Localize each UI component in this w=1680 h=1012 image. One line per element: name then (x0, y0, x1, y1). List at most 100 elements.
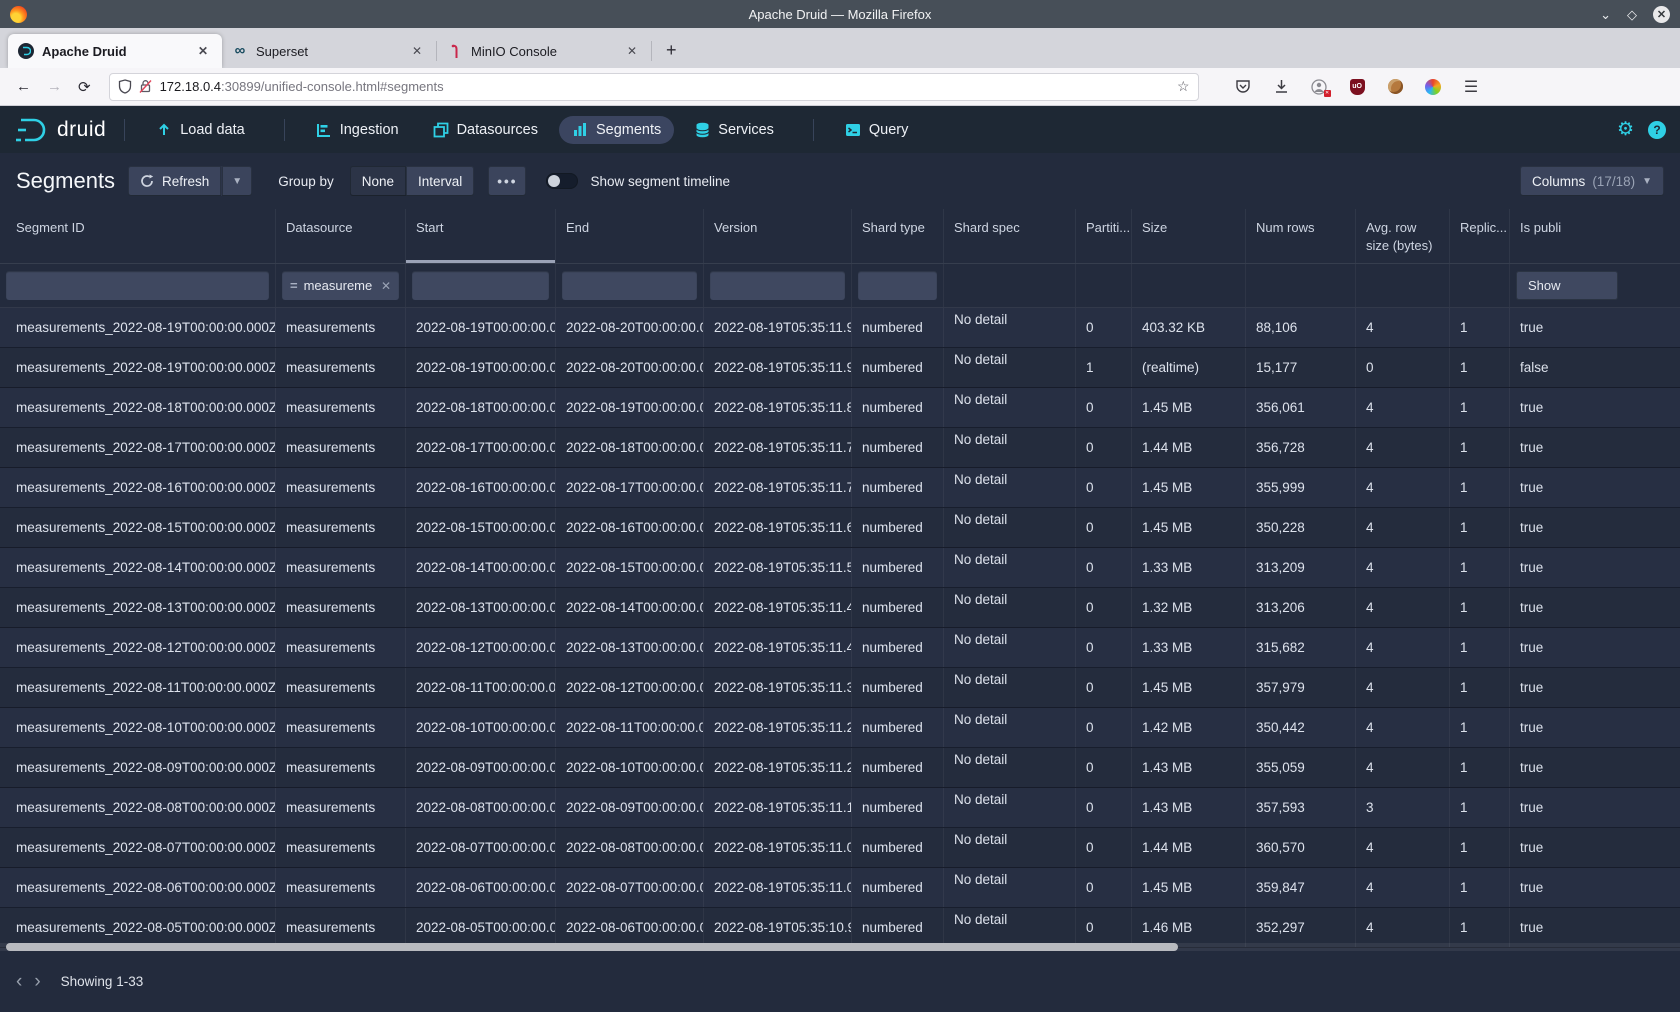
filter-input[interactable] (710, 271, 845, 300)
url-text[interactable]: 172.18.0.4:30899/unified-console.html#se… (160, 79, 1177, 94)
nav-item-segments[interactable]: Segments (559, 116, 674, 144)
next-page-button[interactable]: › (28, 968, 46, 995)
column-header-replic-[interactable]: Replic... (1450, 209, 1510, 263)
table-row[interactable]: measurements_2022-08-17T00:00:00.000Z...… (0, 428, 1680, 468)
table-row[interactable]: measurements_2022-08-13T00:00:00.000Z...… (0, 588, 1680, 628)
segment-timeline-toggle[interactable] (546, 173, 578, 189)
cell-size: 1.45 MB (1132, 388, 1246, 427)
insecure-lock-icon[interactable] (139, 79, 152, 94)
column-header-start[interactable]: Start (406, 209, 556, 263)
url-bar[interactable]: 172.18.0.4:30899/unified-console.html#se… (109, 73, 1199, 101)
refresh-dropdown-button[interactable]: ▼ (221, 166, 252, 196)
more-options-button[interactable]: ••• (488, 166, 526, 196)
column-header-size[interactable]: Size (1132, 209, 1246, 263)
superset-favicon-icon: ∞ (232, 43, 248, 59)
nav-item-load-data[interactable]: Load data (143, 116, 258, 144)
cell-segment-id: measurements_2022-08-07T00:00:00.000Z... (0, 828, 276, 867)
tracking-shield-icon[interactable] (118, 79, 132, 94)
new-tab-button[interactable]: + (666, 40, 677, 61)
filter-input[interactable] (6, 271, 269, 300)
cell-shard-type: numbered (852, 308, 944, 347)
download-icon[interactable] (1273, 78, 1290, 95)
previous-page-button[interactable]: ‹ (10, 968, 28, 995)
menu-icon[interactable]: ☰ (1463, 78, 1480, 95)
column-header-shard-type[interactable]: Shard type (852, 209, 944, 263)
cell-size: 1.45 MB (1132, 668, 1246, 707)
column-header-partiti-[interactable]: Partiti... (1076, 209, 1132, 263)
table-row[interactable]: measurements_2022-08-09T00:00:00.000Z...… (0, 748, 1680, 788)
table-row[interactable]: measurements_2022-08-14T00:00:00.000Z...… (0, 548, 1680, 588)
nav-item-datasources[interactable]: Datasources (420, 116, 551, 144)
pocket-icon[interactable] (1235, 78, 1252, 95)
cell-datasource: measurements (276, 588, 406, 627)
tab-close-icon[interactable]: ✕ (623, 42, 641, 60)
forward-icon[interactable]: → (47, 78, 62, 95)
nav-item-services[interactable]: Services (682, 116, 787, 144)
filter-input[interactable] (858, 271, 937, 300)
tab-close-icon[interactable]: ✕ (408, 42, 426, 60)
table-row[interactable]: measurements_2022-08-15T00:00:00.000Z...… (0, 508, 1680, 548)
browser-tab-apache-druid[interactable]: Apache Druid✕ (8, 34, 222, 68)
window-minimize-icon[interactable]: ⌄ (1600, 8, 1611, 21)
table-row[interactable]: measurements_2022-08-19T00:00:00.000Z...… (0, 348, 1680, 388)
table-row[interactable]: measurements_2022-08-06T00:00:00.000Z...… (0, 868, 1680, 908)
reload-icon[interactable]: ⟳ (78, 78, 91, 96)
datasource-filter-input[interactable]: =measureme✕ (282, 271, 399, 300)
cell-partiti-: 0 (1076, 748, 1132, 787)
show-filter-button[interactable]: Show (1516, 271, 1618, 300)
remove-filter-icon[interactable]: ✕ (381, 279, 391, 293)
column-header-datasource[interactable]: Datasource (276, 209, 406, 263)
column-header-version[interactable]: Version (704, 209, 852, 263)
cell-end: 2022-08-20T00:00:00.0... (556, 308, 704, 347)
group-by-interval-button[interactable]: Interval (406, 166, 474, 196)
bookmark-star-icon[interactable]: ☆ (1177, 78, 1190, 95)
cell-end: 2022-08-20T00:00:00.0... (556, 348, 704, 387)
column-header-num-rows[interactable]: Num rows (1246, 209, 1356, 263)
table-row[interactable]: measurements_2022-08-07T00:00:00.000Z...… (0, 828, 1680, 868)
column-header-segment-id[interactable]: Segment ID (0, 209, 276, 263)
ublock-shield-icon[interactable]: uO (1349, 78, 1366, 95)
cell-version: 2022-08-19T05:35:11.1... (704, 788, 852, 827)
settings-gear-icon[interactable]: ⚙ (1617, 118, 1634, 141)
tab-close-icon[interactable]: ✕ (194, 42, 212, 60)
cell-is-publi: true (1510, 548, 1680, 587)
nav-item-query[interactable]: Query (832, 116, 922, 144)
column-header-avg-row-size-bytes-[interactable]: Avg. row size (bytes) (1356, 209, 1450, 263)
table-row[interactable]: measurements_2022-08-05T00:00:00.000Z...… (0, 908, 1680, 948)
cell-start: 2022-08-13T00:00:00.0... (406, 588, 556, 627)
horizontal-scrollbar-track[interactable] (0, 943, 1680, 951)
druid-brand[interactable]: druid (14, 117, 106, 143)
table-row[interactable]: measurements_2022-08-19T00:00:00.000Z...… (0, 308, 1680, 348)
profile-badge-icon[interactable]: ✕ (1311, 78, 1328, 95)
horizontal-scrollbar-thumb[interactable] (6, 943, 1178, 951)
table-row[interactable]: measurements_2022-08-11T00:00:00.000Z...… (0, 668, 1680, 708)
cell-version: 2022-08-19T05:35:11.2... (704, 708, 852, 747)
column-header-shard-spec[interactable]: Shard spec (944, 209, 1076, 263)
refresh-button[interactable]: Refresh (128, 166, 221, 196)
window-maximize-icon[interactable]: ◇ (1627, 8, 1637, 21)
cell-replic-: 1 (1450, 708, 1510, 747)
cell-datasource: measurements (276, 788, 406, 827)
cell-partiti-: 0 (1076, 628, 1132, 667)
column-header-end[interactable]: End (556, 209, 704, 263)
table-row[interactable]: measurements_2022-08-18T00:00:00.000Z...… (0, 388, 1680, 428)
color-asterisk-icon[interactable] (1425, 78, 1442, 95)
group-by-none-button[interactable]: None (350, 166, 406, 196)
filter-input[interactable] (562, 271, 697, 300)
back-icon[interactable]: ← (16, 78, 31, 95)
table-row[interactable]: measurements_2022-08-16T00:00:00.000Z...… (0, 468, 1680, 508)
table-row[interactable]: measurements_2022-08-08T00:00:00.000Z...… (0, 788, 1680, 828)
cell-start: 2022-08-19T00:00:00.0... (406, 348, 556, 387)
cell-replic-: 1 (1450, 828, 1510, 867)
browser-tab-superset[interactable]: ∞Superset✕ (222, 34, 436, 68)
help-icon[interactable]: ? (1648, 121, 1666, 139)
filter-input[interactable] (412, 271, 549, 300)
column-header-is-publi[interactable]: Is publi (1510, 209, 1680, 263)
table-row[interactable]: measurements_2022-08-10T00:00:00.000Z...… (0, 708, 1680, 748)
nav-item-ingestion[interactable]: Ingestion (303, 116, 412, 144)
table-row[interactable]: measurements_2022-08-12T00:00:00.000Z...… (0, 628, 1680, 668)
columns-button[interactable]: Columns (17/18) ▼ (1520, 166, 1664, 196)
browser-tab-minio-console[interactable]: MinIO Console✕ (437, 34, 651, 68)
window-close-icon[interactable]: ✕ (1653, 6, 1670, 23)
cookie-icon[interactable] (1387, 78, 1404, 95)
